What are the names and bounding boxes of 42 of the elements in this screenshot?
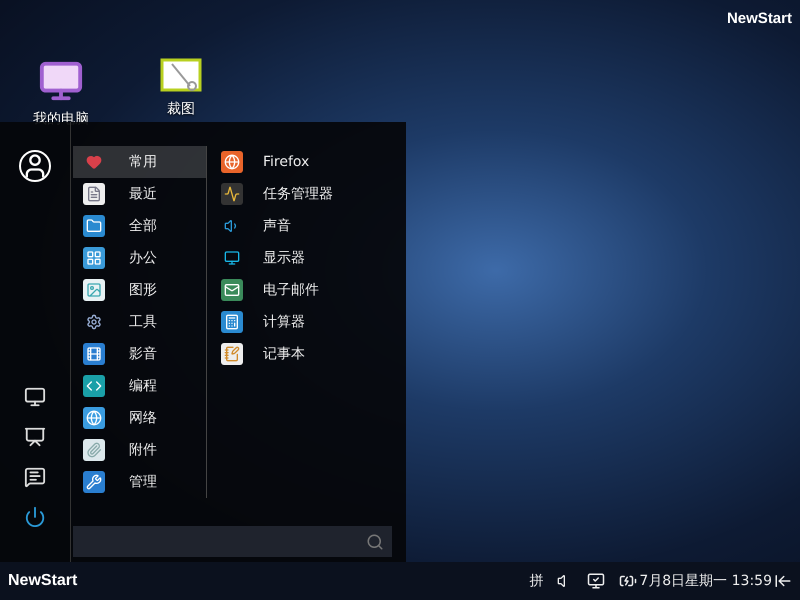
app-item[interactable]: 计算器 [219,306,392,338]
media-icon [83,343,105,365]
app-item[interactable]: 声音 [219,210,392,242]
clip-icon [83,439,105,461]
globe-icon [83,407,105,429]
brand-logo: NewStart [726,10,792,27]
recent-icon [83,183,105,205]
code-icon [83,375,105,397]
all-icon [83,215,105,237]
category-item[interactable]: 管理 [73,466,206,498]
show-desktop-icon[interactable] [774,572,792,590]
app-item[interactable]: 任务管理器 [219,178,392,210]
category-item[interactable]: 网络 [73,402,206,434]
category-item[interactable]: 附件 [73,434,206,466]
app-item[interactable]: 电子邮件 [219,274,392,306]
category-item[interactable]: 工具 [73,306,206,338]
app-item[interactable]: 显示器 [219,242,392,274]
category-item[interactable]: 常用 [73,146,206,178]
desktop-icon-label[interactable]: 我的电脑 [33,110,89,128]
category-item[interactable]: 图形 [73,274,206,306]
category-item[interactable]: 影音 [73,338,206,370]
image-icon [83,279,105,301]
notepad-icon [221,343,243,365]
search-field[interactable] [73,526,392,557]
category-item[interactable]: 最近 [73,178,206,210]
user-avatar-icon[interactable] [17,148,53,184]
category-item[interactable]: 全部 [73,210,206,242]
search-icon [366,532,384,550]
input-method-indicator[interactable]: 拼 [529,572,544,590]
office-icon [83,247,105,269]
app-item[interactable]: 记事本 [219,338,392,370]
app-item[interactable]: Firefox [219,146,392,178]
start-logo[interactable]: NewStart [8,572,78,590]
calc-icon [221,311,243,333]
category-item[interactable]: 办公 [73,242,206,274]
mail-icon [221,279,243,301]
monitor-icon [221,183,243,205]
clock[interactable]: 7月8日星期一 13:59 [639,572,772,590]
category-item[interactable]: 编程 [73,370,206,402]
network-icon[interactable] [587,572,606,590]
tools-icon [83,471,105,493]
desktop-icon-label[interactable]: 裁图 [167,100,195,118]
